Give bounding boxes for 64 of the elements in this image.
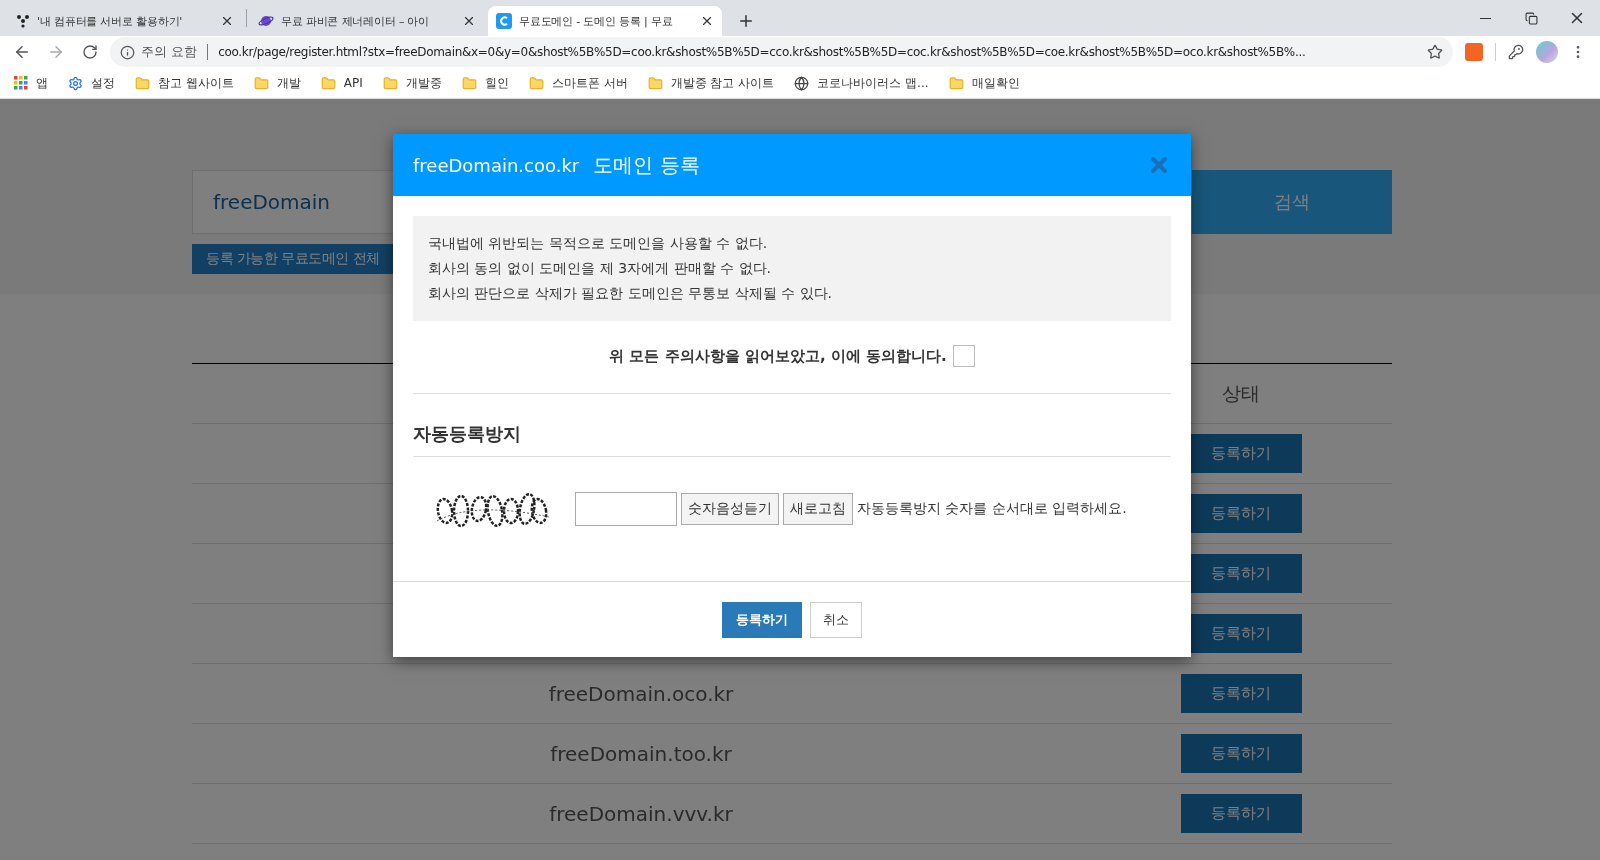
folder-icon	[461, 75, 477, 91]
browser-tab[interactable]: 무료 파비콘 제너레이터 – 아이	[250, 6, 484, 36]
plus-icon	[737, 12, 755, 30]
security-label: 주의 요함	[141, 43, 198, 61]
bookmark-item[interactable]: 힐인	[461, 74, 509, 92]
address-bar[interactable]: 주의 요함 coo.kr/page/register.html?stx=freeDomain&x=0&y=0&shost%5B%5D=coo.kr&shost%5B%5D=cco.kr&shost%5B%5D=coc.kr&shost%5B%5D=coe.kr&shost%5B%5D=oco.kr&shost%5B%...	[110, 37, 1453, 67]
tab-title: 무료 파비콘 제너레이터 – 아이	[281, 13, 431, 29]
folder-icon	[382, 75, 398, 91]
column-header: 상태	[1222, 380, 1260, 406]
info-icon	[120, 44, 135, 60]
star-icon[interactable]	[1427, 44, 1443, 60]
bookmark-item[interactable]: 참고 웹사이트	[135, 74, 234, 92]
captcha-heading: 자동등록방지	[413, 422, 1171, 457]
site-logo-icon	[496, 13, 512, 29]
globe-icon	[794, 75, 810, 91]
folder-icon	[528, 75, 544, 91]
url-text: coo.kr/page/register.html?stx=freeDomain&x=0&y=0&shost%5B%5D=coo.kr&shost%5B%5D=cco.kr&shost%5B%5D=coc.kr&shost%5B%5D=coe.kr&shost%5B%5D=oco.kr&shost%5B%...	[218, 45, 1307, 59]
profile-avatar[interactable]	[1536, 41, 1558, 63]
listen-button[interactable]: 숫자음성듣기	[681, 493, 779, 525]
planet-icon	[258, 14, 274, 28]
notice-text: 회사의 동의 없이 도메인을 제 3자에게 판매할 수 없다.	[428, 259, 772, 278]
notice-text: 회사의 판단으로 삭제가 필요한 도메인은 무통보 삭제될 수 있다.	[428, 284, 834, 303]
bookmark-item[interactable]: 스마트폰 서버	[528, 74, 628, 92]
restore-icon	[1524, 11, 1538, 25]
bookmark-item[interactable]: 개발	[253, 74, 301, 92]
dialog-title: 도메인 등록	[593, 151, 700, 179]
gear-icon	[68, 75, 83, 91]
folder-icon	[320, 75, 336, 91]
agree-label: 위 모든 주의사항을 읽어보았고, 이에 동의합니다.	[609, 346, 947, 366]
forward-arrow-icon	[47, 43, 65, 61]
cancel-button[interactable]: 취소	[810, 602, 862, 638]
agree-checkbox[interactable]	[952, 345, 975, 367]
captcha-hint: 자동등록방지 숫자를 순서대로 입력하세요.	[857, 500, 1127, 518]
browser-tab[interactable]: 무료도메인 - 도메인 등록 | 무료	[488, 6, 722, 36]
bookmark-item[interactable]: 앱	[14, 74, 48, 92]
tab-title: 무료도메인 - 도메인 등록 | 무료	[519, 13, 674, 29]
folder-icon	[253, 75, 269, 91]
bookmark-item[interactable]: 개발중	[382, 74, 442, 92]
reload-icon	[82, 44, 98, 60]
folder-icon	[647, 75, 663, 91]
captcha-field[interactable]	[575, 492, 677, 526]
folder-icon	[948, 75, 964, 91]
refresh-button[interactable]: 새로고침	[783, 493, 853, 525]
folder-icon	[135, 75, 150, 91]
bookmark-item[interactable]: 개발중 참고 사이트	[647, 74, 775, 92]
bookmark-item[interactable]: 설정	[68, 74, 115, 92]
bookmark-item[interactable]: API	[320, 75, 363, 91]
tab-title: '내 컴퓨터를 서버로 활용하기'	[37, 13, 184, 29]
close-icon[interactable]	[220, 14, 234, 28]
notice-text: 국내법에 위반되는 목적으로 도메인을 사용할 수 없다.	[428, 234, 769, 253]
dots-icon	[16, 14, 30, 28]
minimize-icon	[1479, 17, 1491, 19]
domain-cell: freeDomain.too.kr	[550, 741, 732, 766]
key-icon	[1508, 44, 1524, 60]
register-button[interactable]: 등록하기	[722, 602, 802, 638]
apps-grid-icon	[14, 76, 28, 90]
close-icon[interactable]	[462, 14, 476, 28]
dialog-domain: freeDomain.coo.kr	[413, 154, 580, 176]
domain-cell: freeDomain.vvv.kr	[549, 801, 733, 826]
bookmark-item[interactable]: 코로나바이러스 맵...	[794, 74, 929, 92]
bookmark-item[interactable]: 매일확인	[948, 74, 1020, 92]
domain-cell: freeDomain.oco.kr	[548, 681, 734, 706]
close-icon[interactable]	[700, 14, 714, 28]
browser-tab[interactable]: '내 컴퓨터를 서버로 활용하기'	[8, 6, 242, 36]
